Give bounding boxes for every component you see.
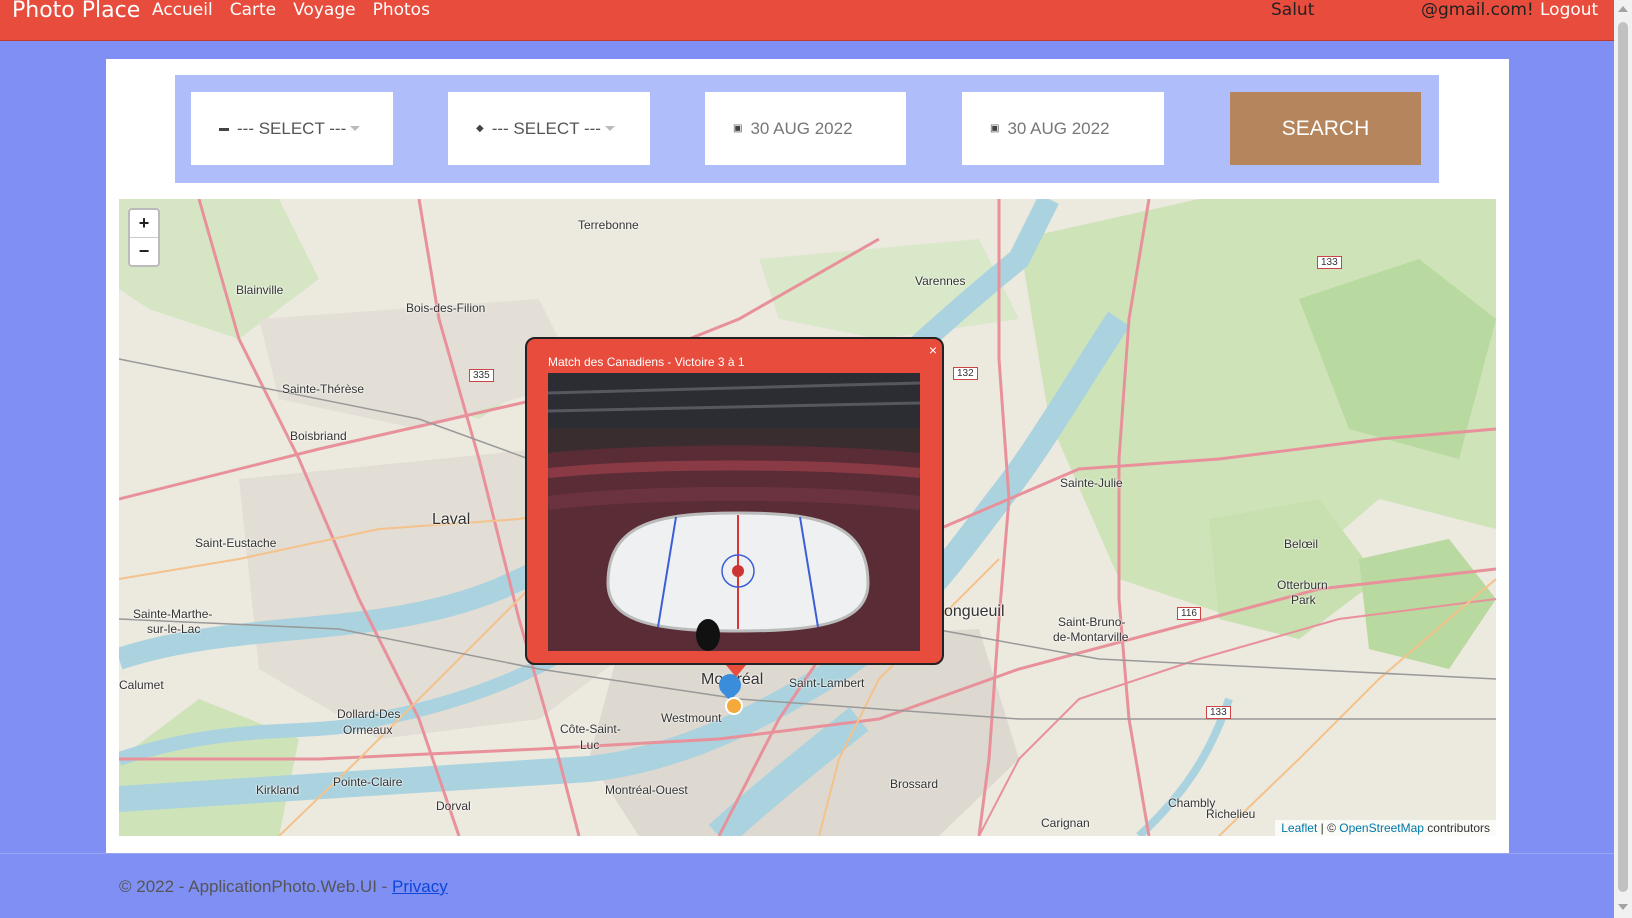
- greeting-text: Salut: [1271, 0, 1315, 20]
- photo-graphic: [548, 373, 920, 651]
- map-attribution: Leaflet | © OpenStreetMap contributors: [1275, 820, 1496, 836]
- user-email: @gmail.com!: [1421, 0, 1534, 20]
- date-from-input[interactable]: ▣ 30 AUG 2022: [705, 92, 906, 165]
- tag-select[interactable]: ◆ --- SELECT ---: [448, 92, 650, 165]
- nav-links: Accueil Carte Voyage Photos: [152, 0, 430, 20]
- map-label-otterburn: Otterburn: [1277, 578, 1328, 592]
- search-panel: ▬ --- SELECT --- ◆ --- SELECT --- ▣ 30 A…: [175, 75, 1439, 183]
- map-label-cote-saint-luc-2: Luc: [580, 738, 600, 752]
- date-to-input[interactable]: ▣ 30 AUG 2022: [962, 92, 1164, 165]
- map-label-laval: Laval: [432, 511, 471, 528]
- tag-icon: ◆: [476, 123, 484, 134]
- zoom-in-button[interactable]: +: [130, 210, 158, 237]
- brand-logo[interactable]: Photo Place: [12, 0, 140, 23]
- top-navbar: Photo Place Accueil Carte Voyage Photos …: [0, 0, 1614, 41]
- map-label-sainte-marthe: Sainte-Marthe-: [133, 607, 213, 621]
- map-label-ormeaux: Ormeaux: [343, 723, 393, 737]
- map-label-brossard: Brossard: [890, 777, 939, 791]
- popup-title: Match des Canadiens - Victoire 3 à 1: [548, 355, 745, 369]
- route-shield-133: 133: [1317, 256, 1342, 269]
- map-label-westmount: Westmount: [661, 711, 722, 725]
- map-label-bois-des-filion: Bois-des-Filion: [406, 301, 486, 315]
- nav-accueil[interactable]: Accueil: [152, 0, 213, 20]
- map-marker-dot-icon[interactable]: [725, 697, 743, 715]
- nav-photos[interactable]: Photos: [373, 0, 430, 20]
- privacy-link[interactable]: Privacy: [392, 877, 448, 896]
- calendar-icon: ▣: [733, 123, 743, 134]
- map-label-calumet: Calumet: [119, 678, 164, 692]
- map-label-sur-le-lac: sur-le-Lac: [147, 622, 201, 636]
- map-label-de-montarville: de-Montarville: [1053, 630, 1129, 644]
- map-label-saint-lambert: Saint-Lambert: [789, 676, 865, 690]
- map-label-beloeil: Belœil: [1284, 537, 1319, 551]
- map-label-saint-bruno: Saint-Bruno-: [1058, 615, 1126, 629]
- close-icon[interactable]: ×: [929, 342, 937, 358]
- map-label-otterburn-park: Park: [1291, 593, 1316, 607]
- album-select[interactable]: ▬ --- SELECT ---: [191, 92, 393, 165]
- chevron-down-icon: [604, 126, 615, 131]
- map-label-terrebonne: Terrebonne: [578, 218, 639, 232]
- map-label-sainte-julie: Sainte-Julie: [1060, 476, 1123, 490]
- attribution-separator: | ©: [1317, 821, 1340, 835]
- nav-carte[interactable]: Carte: [230, 0, 276, 20]
- scroll-down-arrow-icon[interactable]: [1618, 904, 1628, 910]
- album-select-value: --- SELECT ---: [237, 118, 347, 138]
- chevron-down-icon: [350, 126, 361, 131]
- leaflet-link[interactable]: Leaflet: [1281, 821, 1317, 835]
- zoom-out-button[interactable]: −: [130, 237, 158, 265]
- map-label-carignan: Carignan: [1041, 816, 1090, 830]
- map-label-longueuil: ongueuil: [944, 603, 1005, 620]
- map-label-cote-saint-luc: Côte-Saint-: [560, 722, 621, 736]
- date-to-value: 30 AUG 2022: [1007, 118, 1110, 138]
- map-label-pointe-claire: Pointe-Claire: [333, 775, 403, 789]
- footer-divider: [0, 853, 1614, 854]
- photo-popup: Match des Canadiens - Victoire 3 à 1 ×: [525, 337, 944, 677]
- openstreetmap-link[interactable]: OpenStreetMap: [1339, 821, 1424, 835]
- scroll-thumb[interactable]: [1618, 22, 1628, 892]
- page-scrollbar[interactable]: [1614, 0, 1632, 918]
- map-label-blainville: Blainville: [236, 283, 284, 297]
- footer-copyright: © 2022 - ApplicationPhoto.Web.UI -: [119, 877, 393, 896]
- route-shield-132: 132: [953, 367, 978, 380]
- zoom-control: + −: [128, 208, 160, 267]
- route-shield-116: 116: [1177, 607, 1201, 620]
- map-label-sainte-therese: Sainte-Thérèse: [282, 382, 365, 396]
- map-label-varennes: Varennes: [915, 274, 966, 288]
- map-label-montreal-ouest: Montréal-Ouest: [605, 783, 688, 797]
- map-label-kirkland: Kirkland: [256, 783, 300, 797]
- footer: © 2022 - ApplicationPhoto.Web.UI - Priva…: [119, 877, 448, 897]
- map-label-saint-eustache: Saint-Eustache: [195, 536, 277, 550]
- folder-icon: ▬: [219, 123, 229, 134]
- scroll-up-arrow-icon[interactable]: [1618, 6, 1628, 12]
- hockey-arena-photo[interactable]: [548, 373, 920, 651]
- logout-link[interactable]: Logout: [1540, 0, 1598, 20]
- tag-select-value: --- SELECT ---: [491, 118, 601, 138]
- attribution-tail: contributors: [1423, 821, 1490, 835]
- nav-voyage[interactable]: Voyage: [293, 0, 355, 20]
- popup-tip-arrow: [726, 665, 746, 677]
- date-from-value: 30 AUG 2022: [750, 118, 853, 138]
- map-label-dollard: Dollard-Des: [337, 707, 401, 721]
- calendar-icon: ▣: [990, 123, 1000, 134]
- map-label-boisbriand: Boisbriand: [290, 429, 347, 443]
- map-label-dorval: Dorval: [436, 799, 471, 813]
- route-shield-133-south: 133: [1206, 706, 1231, 719]
- route-shield-335: 335: [469, 369, 494, 382]
- map-label-richelieu: Richelieu: [1206, 807, 1256, 821]
- search-button[interactable]: SEARCH: [1230, 92, 1421, 165]
